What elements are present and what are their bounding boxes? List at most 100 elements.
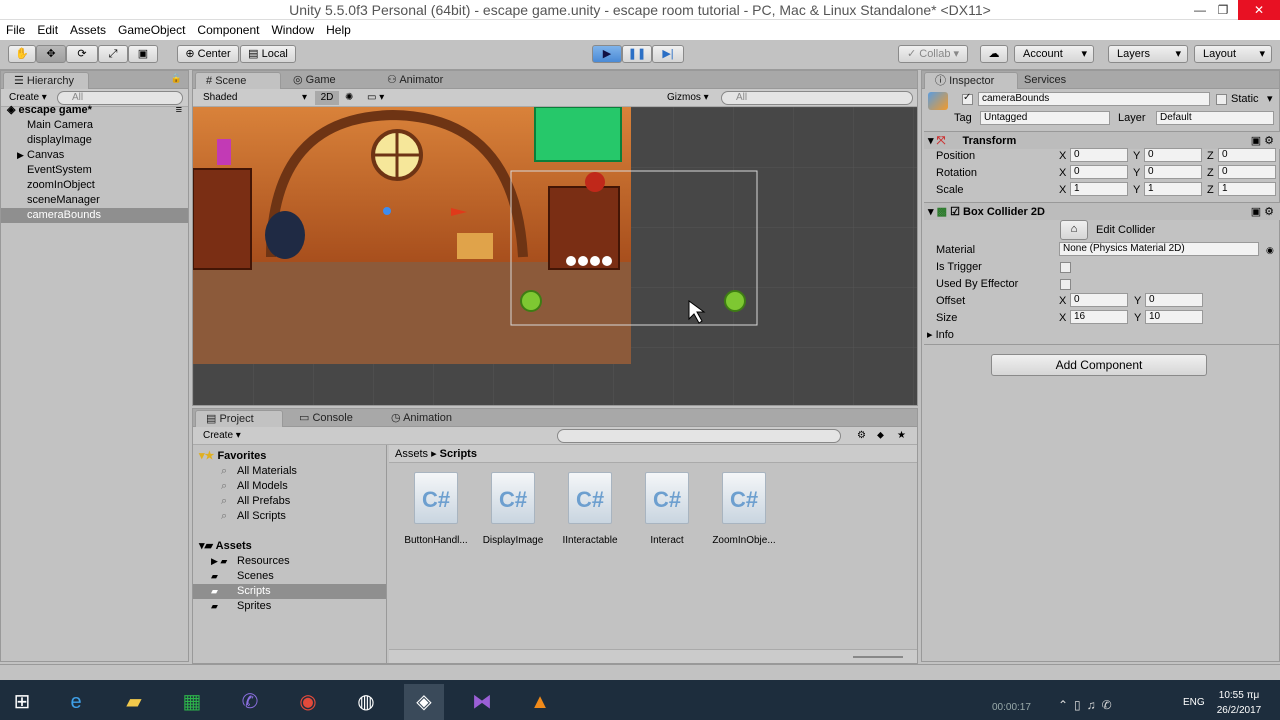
menu-item-gameobject[interactable]: GameObject [112, 20, 191, 40]
layer-dropdown[interactable]: Default [1156, 111, 1274, 125]
folder-item[interactable]: ▰ Scenes [193, 569, 386, 584]
2d-toggle[interactable]: 2D [315, 91, 339, 105]
clock-time[interactable]: 10:55 πμ [1216, 690, 1262, 701]
is-trigger-checkbox[interactable] [1060, 262, 1071, 273]
transform-rotation-y-field[interactable]: 0 [1144, 165, 1202, 179]
favorite-item[interactable]: ⌕ All Scripts [193, 509, 386, 524]
hierarchy-item[interactable]: EventSystem [1, 163, 188, 178]
assets-row[interactable]: ▾▰ Assets [193, 539, 386, 554]
chevron-down-icon[interactable]: ▾ [1267, 92, 1273, 106]
play-button[interactable]: ▶ [592, 45, 622, 63]
obs-icon[interactable]: ◍ [346, 684, 386, 720]
project-search-input[interactable] [557, 429, 841, 443]
offset-y-field[interactable]: 0 [1145, 293, 1203, 307]
move-tool-icon[interactable]: ✥ [36, 45, 66, 63]
chevron-right-icon[interactable]: ▶ [17, 148, 24, 163]
transform-position-z-field[interactable]: 0 [1218, 148, 1276, 162]
transform-position-x-field[interactable]: 0 [1070, 148, 1128, 162]
script-file-name[interactable]: DisplayImage [474, 535, 552, 547]
csharp-script-icon[interactable]: C# [645, 472, 689, 524]
lighting-icon[interactable]: ✺ [345, 91, 353, 105]
internet-explorer-icon[interactable]: e [56, 684, 96, 720]
rotate-tool-icon[interactable]: ⟳ [66, 45, 98, 63]
transform-rotation-z-field[interactable]: 0 [1218, 165, 1276, 179]
hierarchy-item[interactable]: Canvas [1, 148, 188, 163]
hierarchy-item[interactable]: Main Camera [1, 118, 188, 133]
file-explorer-icon[interactable]: ▰ [114, 684, 154, 720]
csharp-script-icon[interactable]: C# [568, 472, 612, 524]
pivot-local-button[interactable]: ▤ Local [240, 45, 296, 63]
csharp-script-icon[interactable]: C# [491, 472, 535, 524]
step-button[interactable]: ▶| [652, 45, 684, 63]
info-foldout[interactable]: ▸ Info [927, 328, 954, 342]
tab-scene[interactable]: # Scene [195, 72, 281, 89]
menu-item-edit[interactable]: Edit [31, 20, 64, 40]
menu-item-component[interactable]: Component [191, 20, 265, 40]
script-file-name[interactable]: ZoomInObje... [705, 535, 783, 547]
offset-x-field[interactable]: 0 [1070, 293, 1128, 307]
move-gizmo-handle[interactable] [383, 207, 391, 215]
viber-icon[interactable]: ✆ [230, 684, 270, 720]
transform-scale-z-field[interactable]: 1 [1218, 182, 1276, 196]
object-name-field[interactable]: cameraBounds [978, 92, 1210, 106]
left-arrow-button[interactable] [520, 290, 542, 312]
tab-animation[interactable]: ◷ Animation [381, 410, 462, 427]
script-file-name[interactable]: Interact [628, 535, 706, 547]
folder-item[interactable]: ▰ Scripts [193, 584, 386, 599]
tab-console[interactable]: ▭ Console [289, 410, 363, 427]
scale-tool-icon[interactable]: ⤢ [98, 45, 128, 63]
hierarchy-item[interactable]: displayImage [1, 133, 188, 148]
tab-project[interactable]: ▤ Project [195, 410, 283, 427]
chrome-icon[interactable]: ◉ [288, 684, 328, 720]
collab-button[interactable]: ✓ Collab ▾ [898, 45, 968, 63]
hand-tool-icon[interactable]: ✋ [8, 45, 36, 63]
script-file-name[interactable]: ButtonHandl... [397, 535, 475, 547]
visual-studio-icon[interactable]: ⧓ [462, 684, 502, 720]
gear-icon[interactable]: ▣ ⚙ [1251, 203, 1274, 221]
language-indicator[interactable]: ENG [1183, 697, 1205, 708]
project-create-button[interactable]: Create ▾ [203, 429, 241, 443]
menu-item-assets[interactable]: Assets [64, 20, 112, 40]
collider-enabled-checkbox[interactable]: ☑ [950, 206, 960, 218]
script-file-name[interactable]: IInteractable [551, 535, 629, 547]
scene-viewport[interactable] [192, 106, 917, 405]
menu-item-help[interactable]: Help [320, 20, 357, 40]
transform-position-y-field[interactable]: 0 [1144, 148, 1202, 162]
layers-dropdown[interactable]: Layers ▾ [1108, 45, 1188, 63]
shading-dropdown[interactable]: Shaded ▾ [203, 91, 309, 105]
rect-tool-icon[interactable]: ▣ [128, 45, 158, 63]
tab-services[interactable]: Services [1014, 72, 1076, 89]
hierarchy-item[interactable]: cameraBounds [1, 208, 188, 223]
windows-start-icon[interactable]: ⊞ [2, 684, 42, 720]
scene-root-row[interactable]: ◈ escape game* ≡ [1, 103, 188, 118]
pivot-center-button[interactable]: ⊕ Center [177, 45, 239, 63]
add-component-button[interactable]: Add Component [991, 354, 1207, 376]
csharp-script-icon[interactable]: C# [414, 472, 458, 524]
transform-scale-y-field[interactable]: 1 [1144, 182, 1202, 196]
object-picker-icon[interactable]: ◉ [1266, 243, 1274, 257]
audio-image-icon[interactable]: ▭ ▾ [367, 91, 384, 105]
tab-hierarchy[interactable]: ☰ Hierarchy [3, 72, 89, 89]
favorite-item[interactable]: ⌕ All Prefabs [193, 494, 386, 509]
favorite-star-icon[interactable]: ★ [897, 429, 906, 443]
used-by-effector-checkbox[interactable] [1060, 279, 1071, 290]
static-checkbox[interactable] [1216, 94, 1227, 105]
transform-header[interactable]: ▾ ⤧ Transform ▣ ⚙ [924, 131, 1280, 149]
breadcrumb-assets[interactable]: Assets [395, 448, 428, 460]
layout-dropdown[interactable]: Layout ▾ [1194, 45, 1272, 63]
unity-icon[interactable]: ◈ [404, 684, 444, 720]
breadcrumb-scripts[interactable]: Scripts [440, 448, 477, 460]
folder-item[interactable]: ▶ ▰ Resources [193, 554, 386, 569]
favorite-item[interactable]: ⌕ All Models [193, 479, 386, 494]
pause-button[interactable]: ❚❚ [622, 45, 652, 63]
transform-scale-x-field[interactable]: 1 [1070, 182, 1128, 196]
scene-search-input[interactable]: All [721, 91, 913, 105]
favorite-item[interactable]: ⌕ All Materials [193, 464, 386, 479]
hierarchy-item[interactable]: sceneManager [1, 193, 188, 208]
icon-size-slider[interactable] [853, 656, 903, 658]
active-checkbox[interactable] [962, 92, 973, 105]
box-collider-header[interactable]: ▾ ▩ ☑ Box Collider 2D ▣ ⚙ [924, 202, 1280, 220]
filter-label-icon[interactable]: ⬥ [877, 429, 884, 443]
menu-item-file[interactable]: File [0, 20, 31, 40]
csharp-script-icon[interactable]: C# [722, 472, 766, 524]
